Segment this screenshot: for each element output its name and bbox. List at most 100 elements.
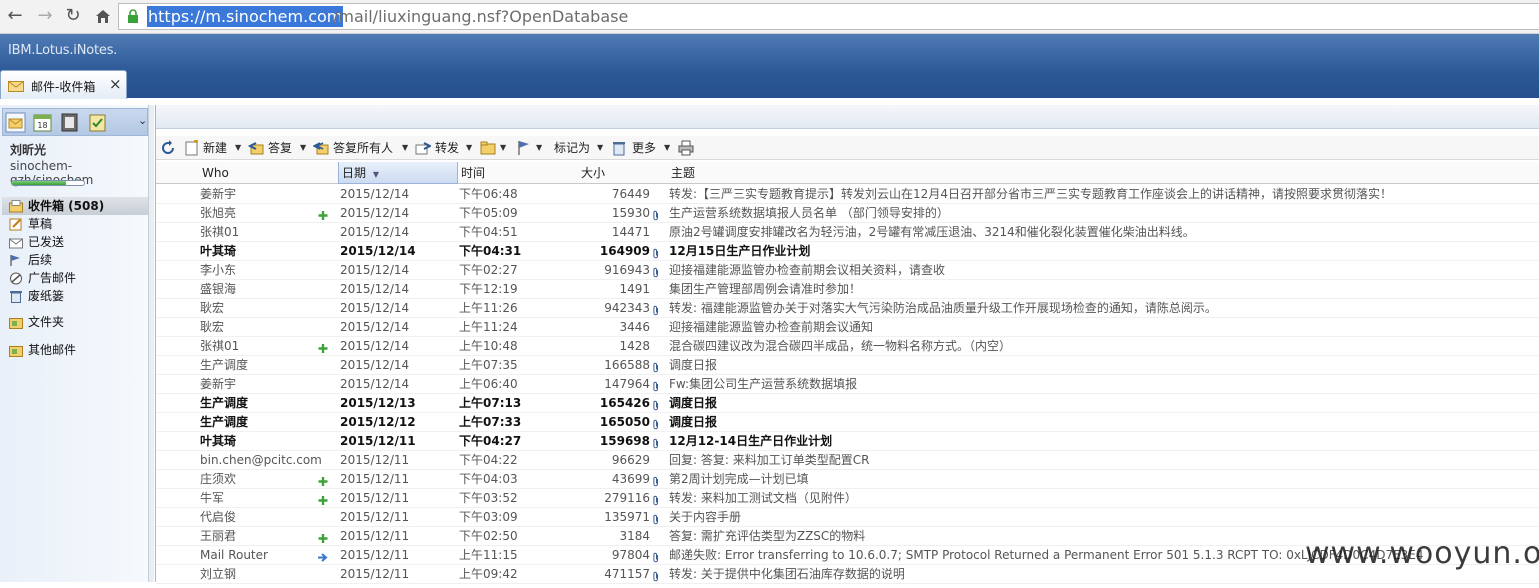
address-bar[interactable]: https://m.sinochem.com /mail/liuxinguang… <box>118 3 1539 30</box>
message-subject: 混合碳四建议改为混合碳四半成品，统一物料名称方式。（内空） <box>669 339 1012 353</box>
flag-dropdown-icon[interactable]: ▼ <box>536 136 542 160</box>
drafts-icon <box>9 218 22 231</box>
refresh-icon[interactable] <box>160 140 176 156</box>
message-time: 上午06:40 <box>459 377 518 391</box>
mail-app-icon[interactable] <box>5 112 26 133</box>
url-path: /mail/liuxinguang.nsf?OpenDatabase <box>333 7 629 26</box>
message-row[interactable]: 张祺01 2015/12/14 上午10:48 1428 混合碳四建议改为混合碳四半成品… <box>156 337 1539 356</box>
reload-icon[interactable]: ↻ <box>62 5 84 27</box>
reply-dropdown-icon[interactable]: ▼ <box>300 136 306 160</box>
todo-app-icon[interactable] <box>87 112 108 133</box>
close-icon[interactable]: × <box>109 75 122 93</box>
message-row[interactable]: 叶其琦 2015/12/11 下午04:27 159698 12月12-14日生产日作业… <box>156 432 1539 451</box>
reply-all-dropdown-icon[interactable]: ▼ <box>402 136 408 160</box>
message-date: 2015/12/11 <box>340 434 416 448</box>
message-time: 下午04:03 <box>459 472 518 486</box>
message-list: 姜新宇 2015/12/14 下午06:48 76449 转发:【三严三实专题教育提示】… <box>156 185 1539 584</box>
message-date: 2015/12/14 <box>340 320 410 334</box>
message-time: 上午07:13 <box>459 396 522 410</box>
tab-mail-inbox[interactable]: 邮件-收件箱 × <box>0 70 127 99</box>
folder-sent[interactable]: 已发送 <box>2 233 148 251</box>
message-size: 147964 <box>604 377 650 391</box>
message-row[interactable]: 叶其琦 2015/12/14 下午04:31 164909 12月15日生产日作业计划 <box>156 242 1539 261</box>
message-date: 2015/12/14 <box>340 301 410 315</box>
message-row[interactable]: 盛银海 2015/12/14 下午12:19 1491 集团生产管理部周例会请准时参加！ <box>156 280 1539 299</box>
message-subject: Fw:集团公司生产运营系统数据填报 <box>669 377 858 391</box>
home-icon[interactable] <box>92 5 114 27</box>
more-dropdown-icon[interactable]: ▼ <box>664 136 670 160</box>
col-subject[interactable]: 主题 <box>671 162 695 184</box>
message-sender: 王丽君 <box>200 529 237 543</box>
message-subject: 第2周计划完成—计划已填 <box>669 472 809 486</box>
message-time: 上午07:33 <box>459 415 522 429</box>
attachment-icon <box>652 550 660 563</box>
message-row[interactable]: 庄须欢 2015/12/11 下午04:03 43699 第2周计划完成—计划已填 <box>156 470 1539 489</box>
folder-junk[interactable]: 广告邮件 <box>2 269 148 287</box>
message-row[interactable]: 姜新宇 2015/12/14 上午06:40 147964 Fw:集团公司生产运营系统数… <box>156 375 1539 394</box>
message-row[interactable]: 姜新宇 2015/12/14 下午06:48 76449 转发:【三严三实专题教育提示】… <box>156 185 1539 204</box>
folder-trash[interactable]: 废纸篓 <box>2 287 148 305</box>
mark-as-dropdown-icon[interactable]: ▼ <box>597 136 603 160</box>
attachment-icon <box>652 265 660 278</box>
message-size: 471157 <box>604 567 650 581</box>
delete-icon <box>613 142 625 156</box>
folder-other-mail[interactable]: 其他邮件 <box>2 341 148 359</box>
folder-label: 广告邮件 <box>28 271 77 285</box>
message-row[interactable]: 耿宏 2015/12/14 上午11:24 3446 迎接福建能源监管办检查前期会议通知 <box>156 318 1539 337</box>
message-time: 下午04:51 <box>459 225 518 239</box>
message-row[interactable]: 生产调度 2015/12/12 上午07:33 165050 调度日报 <box>156 413 1539 432</box>
attachment-icon <box>652 208 660 221</box>
message-date: 2015/12/14 <box>340 187 410 201</box>
folder-follow-up[interactable]: 后续 <box>2 251 148 269</box>
message-size: 166588 <box>604 358 650 372</box>
col-date[interactable]: 日期 ▼ <box>338 162 458 184</box>
contacts-app-icon[interactable] <box>59 112 80 133</box>
folder-label: 后续 <box>28 253 53 267</box>
message-row[interactable]: 代启俊 2015/12/11 下午03:09 135971 关于内容手册 <box>156 508 1539 527</box>
message-sender: 代启俊 <box>200 510 237 524</box>
move-to-folder-icon[interactable] <box>480 140 496 156</box>
calendar-app-icon[interactable]: 18 <box>32 112 53 133</box>
message-row[interactable]: 耿宏 2015/12/14 上午11:26 942343 转发: 福建能源监管办关于对落… <box>156 299 1539 318</box>
folder-folders[interactable]: 文件夹 <box>2 313 148 331</box>
mark-as-button[interactable]: 标记为 <box>554 136 590 160</box>
message-row[interactable]: 李小东 2015/12/14 下午02:27 916943 迎接福建能源监管办检查前期会… <box>156 261 1539 280</box>
expand-chevron-icon[interactable]: ⌄ <box>138 114 147 127</box>
print-icon[interactable] <box>678 140 694 156</box>
folder-drafts[interactable]: 草稿 <box>2 215 148 233</box>
navigator-resize-handle[interactable] <box>148 105 154 582</box>
message-date: 2015/12/14 <box>340 358 410 372</box>
new-dropdown-icon[interactable]: ▼ <box>235 136 241 160</box>
message-size: 76449 <box>611 187 650 201</box>
message-row[interactable]: 张祺01 2015/12/14 下午04:51 14471 原油2号罐调度安排罐改名为轻… <box>156 223 1539 242</box>
message-row[interactable]: 生产调度 2015/12/14 上午07:35 166588 调度日报 <box>156 356 1539 375</box>
message-row[interactable]: 生产调度 2015/12/13 上午07:13 165426 调度日报 <box>156 394 1539 413</box>
folder-inbox[interactable]: 收件箱 (508) <box>2 197 148 215</box>
message-row[interactable]: 张旭亮 2015/12/14 下午05:09 15930 生产运营系统数据填报人员名单 … <box>156 204 1539 223</box>
more-button[interactable]: 更多 <box>632 136 656 160</box>
reply-all-button[interactable]: 答复所有人 <box>333 136 393 160</box>
back-icon[interactable]: ← <box>4 5 26 27</box>
trash-icon <box>10 291 22 303</box>
forward-dropdown-icon[interactable]: ▼ <box>466 136 472 160</box>
message-row[interactable]: 牛军 2015/12/11 下午03:52 279116 转发: 来料加工测试文档（见附… <box>156 489 1539 508</box>
quota-bar <box>11 180 85 186</box>
col-time[interactable]: 时间 <box>461 162 485 184</box>
reply-button[interactable]: 答复 <box>268 136 292 160</box>
forward-button[interactable]: 转发 <box>435 136 459 160</box>
message-date: 2015/12/12 <box>340 415 416 429</box>
flag-icon[interactable] <box>516 140 532 156</box>
message-date: 2015/12/11 <box>340 453 410 467</box>
message-row[interactable]: bin.chen@pcitc.com 2015/12/11 下午04:22 96629… <box>156 451 1539 470</box>
folder-dropdown-icon[interactable]: ▼ <box>500 136 506 160</box>
col-size[interactable]: 大小 <box>581 162 605 184</box>
reply-all-icon <box>313 142 329 155</box>
forward-icon[interactable]: → <box>34 5 56 27</box>
col-who[interactable]: Who <box>202 162 229 184</box>
message-subject: 生产运营系统数据填报人员名单 （部门领导安排的） <box>669 206 949 220</box>
new-button[interactable]: 新建 <box>203 136 227 160</box>
attachment-icon <box>652 493 660 506</box>
message-time: 上午07:35 <box>459 358 518 372</box>
folder-label: 其他邮件 <box>28 343 77 357</box>
attachment-icon <box>652 436 660 449</box>
